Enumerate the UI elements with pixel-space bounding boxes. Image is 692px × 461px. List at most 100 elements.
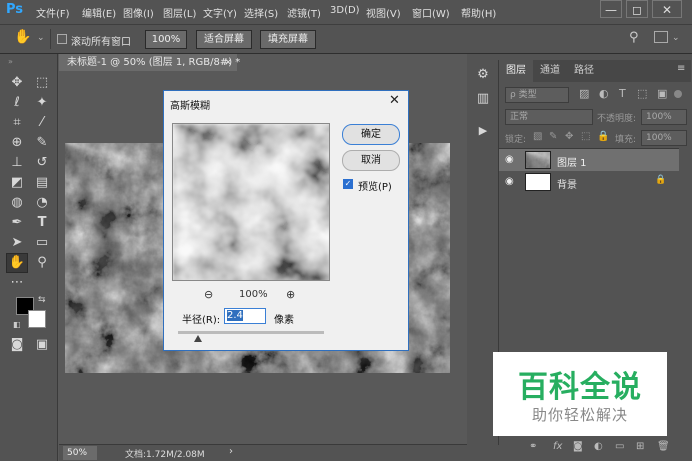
visibility-eye-icon[interactable]: ◉ xyxy=(505,154,514,165)
crop-tool-icon[interactable]: ⌗ xyxy=(8,114,26,132)
lock-artboard-icon[interactable]: ⬚ xyxy=(581,131,590,142)
lock-all-icon[interactable]: 🔒 xyxy=(597,131,609,142)
type-tool-icon[interactable]: T xyxy=(33,214,51,232)
menu-item-5[interactable]: 选择(S) xyxy=(244,5,278,20)
search-icon[interactable]: ⚲ xyxy=(629,30,639,45)
status-menu-arrow-icon[interactable]: › xyxy=(229,446,233,457)
dodge-tool-icon[interactable]: ◔ xyxy=(33,194,51,212)
document-tab[interactable]: 未标题-1 @ 50% (图层 1, RGB/8#) * × xyxy=(59,54,240,71)
restore-button[interactable]: ◻ xyxy=(626,0,648,18)
screen-mode-icon[interactable]: ▣ xyxy=(33,336,51,354)
menu-item-9[interactable]: 窗口(W) xyxy=(412,5,450,20)
menu-item-8[interactable]: 视图(V) xyxy=(366,5,401,20)
menu-item-0[interactable]: 文件(F) xyxy=(36,5,70,20)
blur-tool-icon[interactable]: ◍ xyxy=(8,194,26,212)
blur-preview[interactable] xyxy=(172,123,330,281)
delete-layer-icon[interactable]: 🗑 xyxy=(657,441,670,452)
filter-adjustment-icon[interactable]: ◐ xyxy=(599,87,609,100)
filter-toggle[interactable] xyxy=(674,90,682,98)
menu-item-3[interactable]: 图层(L) xyxy=(163,5,196,20)
close-window-button[interactable]: ✕ xyxy=(652,0,682,18)
healing-brush-tool-icon[interactable]: ⊕ xyxy=(8,134,26,152)
scroll-all-checkbox[interactable] xyxy=(57,34,67,44)
lock-position-icon[interactable]: ✥ xyxy=(565,131,573,142)
ok-button[interactable]: 确定 xyxy=(342,124,400,145)
actions-play-icon[interactable]: ▶ xyxy=(474,122,492,140)
clone-stamp-tool-icon[interactable]: ⊥ xyxy=(8,154,26,172)
swap-colors-icon[interactable]: ⇆ xyxy=(38,295,46,305)
blend-mode-select[interactable]: 正常 xyxy=(505,109,593,125)
properties-panel-icon[interactable]: ⚙ xyxy=(474,66,492,84)
workspace-chevron-icon[interactable]: ⌄ xyxy=(672,33,680,43)
filter-smart-object-icon[interactable]: ▣ xyxy=(657,87,667,100)
move-tool-icon[interactable]: ✥ xyxy=(8,74,26,92)
radius-slider-track[interactable] xyxy=(178,331,324,334)
radius-slider-thumb[interactable] xyxy=(194,335,203,342)
fill-screen-button[interactable]: 填充屏幕 xyxy=(260,30,316,49)
adjustment-layer-icon[interactable]: ◐ xyxy=(594,441,603,452)
layer-row-layer1[interactable]: ◉ 图层 1 xyxy=(499,149,679,171)
hand-tool-active-icon[interactable]: ✋ xyxy=(6,253,28,273)
collapse-arrows-icon[interactable]: » xyxy=(8,57,13,66)
hand-tool-icon[interactable]: ✋ xyxy=(14,29,31,45)
zoom-readout[interactable]: 50% xyxy=(63,446,97,460)
brush-tool-icon[interactable]: ✎ xyxy=(33,134,51,152)
options-bar: ✋ ⌄ 滚动所有窗口 100% 适合屏幕 填充屏幕 ⚲ ⌄ xyxy=(0,24,692,54)
rectangle-tool-icon[interactable]: ▭ xyxy=(33,234,51,252)
history-brush-tool-icon[interactable]: ↺ xyxy=(33,154,51,172)
layer-filter-select[interactable]: ρ 类型 xyxy=(505,87,569,103)
lock-transparent-icon[interactable]: ▧ xyxy=(533,131,542,142)
minimize-button[interactable]: — xyxy=(600,0,622,18)
visibility-eye-icon[interactable]: ◉ xyxy=(505,176,514,187)
menu-item-2[interactable]: 图像(I) xyxy=(123,5,154,20)
preview-checkbox[interactable]: ✓ xyxy=(343,179,353,189)
menu-item-6[interactable]: 滤镜(T) xyxy=(287,5,321,20)
eraser-tool-icon[interactable]: ◩ xyxy=(8,174,26,192)
link-layers-icon[interactable]: ⚭ xyxy=(529,441,537,452)
workspace-icon[interactable] xyxy=(654,31,668,43)
tab-channels[interactable]: 通道 xyxy=(533,60,567,82)
cancel-button[interactable]: 取消 xyxy=(342,150,400,171)
menu-item-1[interactable]: 编辑(E) xyxy=(82,5,116,20)
lock-label: 锁定: xyxy=(505,135,527,145)
more-tools-icon[interactable]: ⋯ xyxy=(8,274,26,292)
opacity-field[interactable]: 100% xyxy=(641,109,687,125)
tab-paths[interactable]: 路径 xyxy=(567,60,601,82)
radius-input[interactable]: 2.4 xyxy=(224,308,266,324)
zoom-100-button[interactable]: 100% xyxy=(145,30,187,49)
add-mask-icon[interactable]: ◙ xyxy=(573,441,583,452)
background-color-swatch[interactable] xyxy=(28,310,46,328)
pen-tool-icon[interactable]: ✒ xyxy=(8,214,26,232)
close-icon[interactable]: ✕ xyxy=(389,93,400,108)
layer-row-background[interactable]: ◉ 背景 🔒 xyxy=(499,171,679,193)
eyedropper-tool-icon[interactable]: ⁄ xyxy=(33,114,51,132)
marquee-tool-icon[interactable]: ⬚ xyxy=(33,74,51,92)
filter-type-icon[interactable]: T xyxy=(619,87,626,100)
panel-menu-icon[interactable]: ≡ xyxy=(677,63,685,74)
gradient-tool-icon[interactable]: ▤ xyxy=(33,174,51,192)
chevron-down-icon[interactable]: ⌄ xyxy=(37,33,45,43)
default-colors-icon[interactable]: ◧ xyxy=(13,320,21,329)
zoom-out-icon[interactable]: ⊖ xyxy=(204,288,213,301)
close-tab-icon[interactable]: × xyxy=(224,54,232,71)
menu-item-4[interactable]: 文字(Y) xyxy=(203,5,237,20)
layer-style-icon[interactable]: fx xyxy=(553,441,562,452)
zoom-tool-icon[interactable]: ⚲ xyxy=(33,254,51,272)
tab-layers[interactable]: 图层 xyxy=(499,60,533,82)
magic-wand-tool-icon[interactable]: ✦ xyxy=(33,94,51,112)
zoom-in-icon[interactable]: ⊕ xyxy=(286,288,295,301)
filter-pixel-icon[interactable]: ▨ xyxy=(579,87,589,100)
filter-shape-icon[interactable]: ⬚ xyxy=(637,87,647,100)
new-group-icon[interactable]: ▭ xyxy=(615,441,624,452)
fill-field[interactable]: 100% xyxy=(641,130,687,146)
path-selection-tool-icon[interactable]: ➤ xyxy=(8,234,26,252)
adjustments-panel-icon[interactable]: ▥ xyxy=(474,90,492,108)
new-layer-icon[interactable]: ⊞ xyxy=(636,441,644,452)
fit-screen-button[interactable]: 适合屏幕 xyxy=(196,30,252,49)
lock-image-icon[interactable]: ✎ xyxy=(549,131,557,142)
menu-item-7[interactable]: 3D(D) xyxy=(330,5,360,16)
quick-mask-icon[interactable]: ◙ xyxy=(8,336,26,354)
menu-item-10[interactable]: 帮助(H) xyxy=(461,5,496,20)
lasso-tool-icon[interactable]: ℓ xyxy=(8,94,26,112)
radius-label: 半径(R): xyxy=(182,315,221,326)
